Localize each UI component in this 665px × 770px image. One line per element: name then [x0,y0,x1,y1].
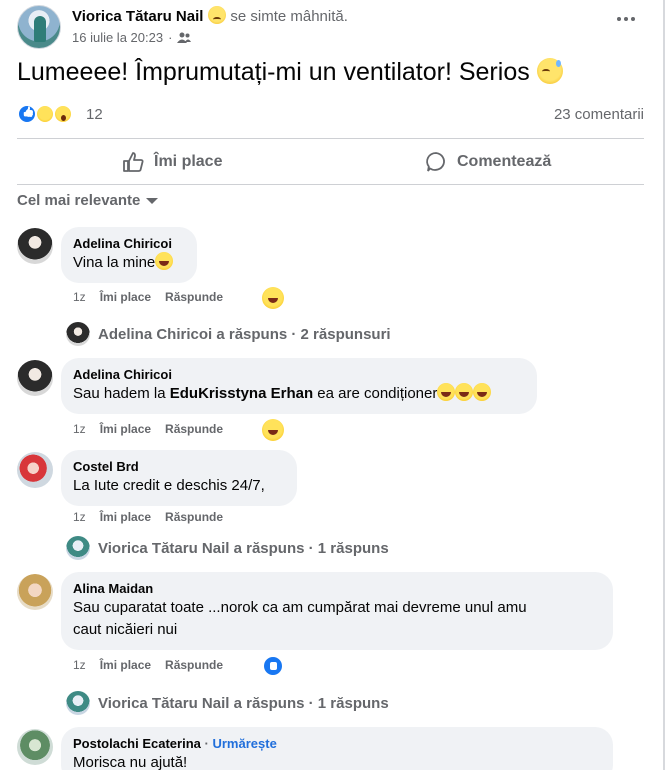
wow-reaction-icon [53,104,73,124]
replies-summary: Viorica Tătaru Nail a răspuns · 1 răspun… [98,694,389,712]
commenter-name[interactable]: Adelina Chiricoi [73,366,525,383]
comment-text: Vina la mine [73,252,185,274]
comments-count[interactable]: 23 comentarii [554,106,644,123]
commenter-name[interactable]: Postolachi Ecaterina [73,736,201,751]
laughing-face-icon [437,383,456,401]
comment-reply-link[interactable]: Răspunde [165,422,223,436]
post-timestamp[interactable]: 16 iulie la 20:23 [72,30,163,45]
sort-label: Cel mai relevante [17,192,141,209]
comment-text: La Iute credit e deschis 24/7, [73,477,265,494]
reply-avatar [66,691,90,715]
reactions-summary[interactable] [17,104,79,126]
friends-icon[interactable] [177,32,192,44]
more-dots-icon[interactable] [617,17,635,21]
name-separator: · [204,736,209,751]
post-body: Lumeeee! Împrumutați-mi un ventilator! S… [17,58,563,87]
reply-avatar [66,536,90,560]
laughing-face-icon [155,252,174,270]
comment-bubble: Adelina Chiricoi Sau hadem la EduKrissty… [61,358,537,414]
view-replies-link[interactable]: Viorica Tătaru Nail a răspuns · 1 răspun… [66,536,389,560]
reaction-count[interactable]: 12 [86,106,103,123]
comment-bubble: Postolachi Ecaterina · Urmărește Morisca… [61,727,613,770]
like-button-label: Îmi place [154,153,223,170]
comment-text-content: Vina la mine [73,254,156,271]
comment-text-after: ea are condiționer [313,385,438,402]
comment-actions: 1z Îmi place Răspunde [73,658,223,672]
post-meta: 16 iulie la 20:23 · [72,30,192,45]
thumbs-up-icon [123,152,144,172]
haha-reaction-icon [35,104,55,124]
commenter-avatar[interactable] [17,452,53,488]
comment-button-label: Comentează [457,153,552,170]
comment-age[interactable]: 1z [73,290,86,304]
comment-bubble: Costel Brd La Iute credit e deschis 24/7… [61,450,297,506]
caret-down-icon [146,197,159,204]
post-feeling: se simte mâhnită. [230,8,348,25]
comment-text-line1: Sau cuparatat toate ...norok ca am cumpă… [73,599,527,616]
comment-text: Sau hadem la EduKrisstyna Erhan ea are c… [73,383,525,405]
comment-actions: 1z Îmi place Răspunde [73,510,223,524]
comment-bubble: Alina Maidan Sau cuparatat toate ...noro… [61,572,613,650]
comment-like-link[interactable]: Îmi place [100,658,151,672]
comment-reply-link[interactable]: Răspunde [165,658,223,672]
replies-summary: Viorica Tătaru Nail a răspuns · 1 răspun… [98,539,389,557]
like-reaction-icon [17,104,37,124]
comment-text: Morisca nu ajută! [73,754,188,770]
comment-sort-dropdown[interactable]: Cel mai relevante [17,192,159,209]
speech-bubble-icon [426,152,445,172]
commenter-avatar[interactable] [17,360,53,396]
laughing-face-icon [473,383,492,401]
comment-age[interactable]: 1z [73,658,86,672]
view-replies-link[interactable]: Viorica Tătaru Nail a răspuns · 1 răspun… [66,691,389,715]
comment-reply-link[interactable]: Răspunde [165,510,223,524]
commenter-avatar[interactable] [17,574,53,610]
mention-link[interactable]: EduKrisstyna Erhan [170,385,313,402]
comment-like-link[interactable]: Îmi place [100,510,151,524]
comment-text-line2: caut nicăieri nui [73,621,178,638]
laughing-face-icon [455,383,474,401]
comment-bubble: Adelina Chiricoi Vina la mine [61,227,197,283]
post-author-avatar[interactable] [17,5,61,49]
view-replies-link[interactable]: Adelina Chiricoi a răspuns · 2 răspunsur… [66,322,391,346]
post-text: Lumeeee! Împrumutați-mi un ventilator! S… [17,58,530,86]
divider-top [17,138,644,139]
comment-button[interactable]: Comentează [425,143,551,181]
comment-like-link[interactable]: Îmi place [100,422,151,436]
post-author-name[interactable]: Viorica Tătaru Nail [72,8,203,25]
commenter-name[interactable]: Costel Brd [73,458,285,475]
follow-link[interactable]: Urmărește [212,736,276,751]
comment-actions: 1z Îmi place Răspunde [73,422,223,436]
commenter-name[interactable]: Adelina Chiricoi [73,235,185,252]
comment-reply-link[interactable]: Răspunde [165,290,223,304]
comment-age[interactable]: 1z [73,510,86,524]
downcast-sweat-face-icon [536,58,563,84]
like-button[interactable]: Îmi place [122,143,222,181]
meta-separator: · [168,30,173,45]
post-header: Viorica Tătaru Nail se simte mâhnită. [72,6,348,26]
sad-face-icon [207,6,226,24]
commenter-avatar[interactable] [17,228,53,264]
haha-reaction-icon[interactable] [262,419,284,441]
comment-header: Postolachi Ecaterina · Urmărește [73,735,601,752]
commenter-name[interactable]: Alina Maidan [73,580,601,597]
comment-text-before: Sau hadem la [73,385,170,402]
replies-summary: Adelina Chiricoi a răspuns · 2 răspunsur… [98,325,391,343]
comment-age[interactable]: 1z [73,422,86,436]
divider-bottom [17,184,644,185]
comment-like-link[interactable]: Îmi place [100,290,151,304]
haha-reaction-icon[interactable] [262,287,284,309]
reply-avatar [66,322,90,346]
commenter-avatar[interactable] [17,729,53,765]
like-reaction-icon[interactable] [262,655,284,677]
comment-actions: 1z Îmi place Răspunde [73,290,223,304]
